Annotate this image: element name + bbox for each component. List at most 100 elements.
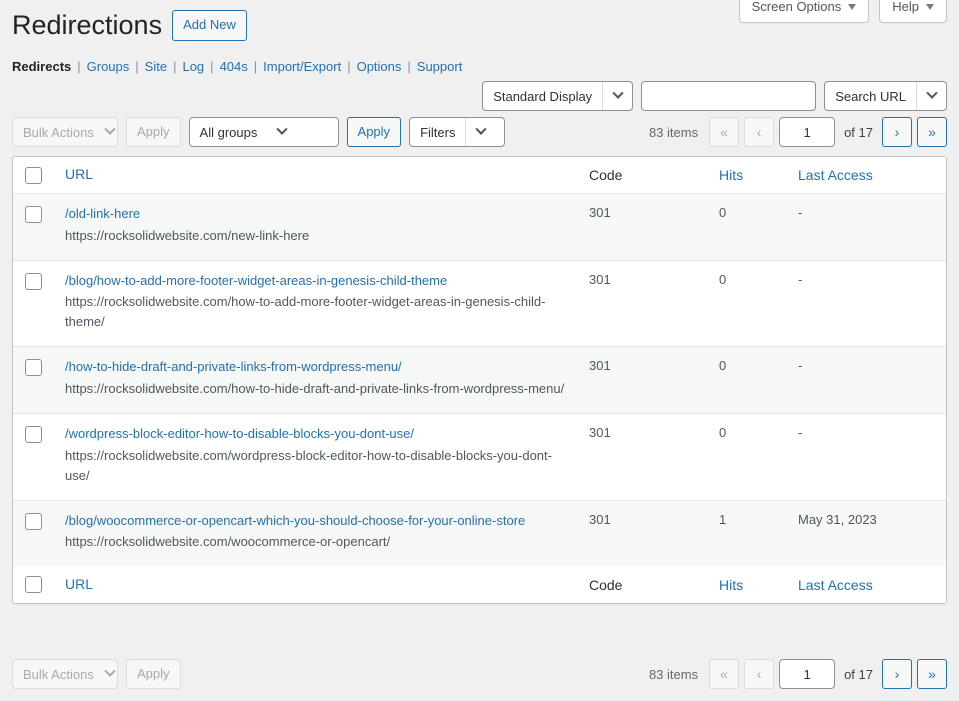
tablenav-bottom: Bulk Actions Apply 83 items « ‹ of 17 › … xyxy=(12,659,947,691)
row-select-cell xyxy=(13,347,53,377)
row-select-cell xyxy=(13,194,53,223)
prev-page-button-top[interactable]: ‹ xyxy=(744,117,775,147)
subnav-item-redirects[interactable]: Redirects xyxy=(12,59,71,74)
row-code-cell: 301 xyxy=(589,271,611,287)
bulk-actions-label-bottom: Bulk Actions xyxy=(23,666,94,682)
table-header-row: URL Code Hits Last Access xyxy=(13,157,946,194)
group-apply-button[interactable]: Apply xyxy=(346,117,402,147)
items-count-bottom: 83 items xyxy=(648,666,699,682)
column-header-last-access[interactable]: Last Access xyxy=(798,167,873,183)
row-url-cell: /how-to-hide-draft-and-private-links-fro… xyxy=(53,347,589,413)
row-checkbox[interactable] xyxy=(24,426,42,444)
tablenav-top: Bulk Actions Apply All groups Apply Filt… xyxy=(12,117,947,149)
next-page-button-top[interactable]: › xyxy=(882,117,912,147)
row-hits-cell: 0 xyxy=(719,358,727,374)
subnav-item-groups[interactable]: Groups xyxy=(87,59,130,74)
row-target-url: https://rocksolidwebsite.com/wordpress-b… xyxy=(65,447,552,483)
bulk-apply-button-bottom[interactable]: Apply xyxy=(126,659,181,689)
row-target-url: https://rocksolidwebsite.com/how-to-hide… xyxy=(65,380,565,396)
column-header-url-cell: URL xyxy=(53,166,589,184)
row-select-cell xyxy=(13,501,53,530)
row-checkbox[interactable] xyxy=(24,272,42,290)
row-last-access-cell: - xyxy=(798,271,803,287)
display-mode-select[interactable]: Standard Display xyxy=(482,81,634,111)
column-footer-hits-cell: Hits xyxy=(719,577,798,593)
row-source-url[interactable]: /blog/how-to-add-more-footer-widget-area… xyxy=(65,271,575,291)
prev-page-button-bottom[interactable]: ‹ xyxy=(744,659,775,689)
select-all-cell-bottom xyxy=(13,576,53,594)
subnav-separator: | xyxy=(347,59,351,74)
redirection-admin-page: Screen Options Help Redirections Add New… xyxy=(0,0,959,701)
bulk-actions-select-bottom[interactable]: Bulk Actions xyxy=(12,659,118,689)
screen-options-button[interactable]: Screen Options xyxy=(738,0,870,23)
filters-select[interactable]: Filters xyxy=(409,117,506,147)
column-footer-hits[interactable]: Hits xyxy=(719,577,743,593)
search-input[interactable] xyxy=(641,81,817,111)
column-header-hits-cell: Hits xyxy=(719,167,798,183)
select-all-checkbox-bottom[interactable] xyxy=(24,576,42,594)
first-page-button-bottom[interactable]: « xyxy=(709,659,740,689)
row-checkbox[interactable] xyxy=(24,359,42,377)
subnav-item-site[interactable]: Site xyxy=(145,59,167,74)
last-page-button-bottom[interactable]: » xyxy=(917,659,947,689)
total-pages-bottom: of 17 xyxy=(844,666,873,682)
row-hits-cell: 0 xyxy=(719,205,727,220)
row-select-cell xyxy=(13,261,53,290)
chevron-down-icon xyxy=(104,660,117,688)
subnav-item-options[interactable]: Options xyxy=(357,59,402,74)
screen-meta-links: Screen Options Help xyxy=(738,0,947,23)
column-footer-last-access[interactable]: Last Access xyxy=(798,577,873,593)
chevron-down-icon xyxy=(465,118,495,146)
search-controls: Standard Display Search URL xyxy=(482,81,947,111)
chevron-down-icon xyxy=(848,3,857,10)
row-select-cell xyxy=(13,414,53,444)
current-page-input-top[interactable] xyxy=(779,117,836,147)
filters-label: Filters xyxy=(420,124,456,140)
row-code-cell: 301 xyxy=(589,358,611,374)
row-source-url[interactable]: /how-to-hide-draft-and-private-links-fro… xyxy=(65,357,575,377)
first-page-button-top[interactable]: « xyxy=(709,117,740,147)
subnav-item-import-export[interactable]: Import/Export xyxy=(263,59,341,74)
total-pages-top: of 17 xyxy=(844,124,873,140)
subnav: Redirects | Groups | Site | Log | 404s | Import/Ex… xyxy=(12,59,462,74)
bulk-actions-select-top[interactable]: Bulk Actions xyxy=(12,117,118,147)
chevron-down-icon xyxy=(602,82,632,110)
help-button[interactable]: Help xyxy=(879,0,947,23)
last-page-button-top[interactable]: » xyxy=(917,117,947,147)
row-code-cell: 301 xyxy=(589,511,611,527)
column-header-hits[interactable]: Hits xyxy=(719,167,743,183)
bulk-apply-button-top[interactable]: Apply xyxy=(126,117,181,147)
row-url-cell: /blog/woocommerce-or-opencart-which-you-… xyxy=(53,501,589,567)
row-last-access-cell: - xyxy=(798,425,803,441)
search-scope-select[interactable]: Search URL xyxy=(824,81,947,111)
subnav-separator: | xyxy=(407,59,411,74)
row-url-cell: /wordpress-block-editor-how-to-disable-b… xyxy=(53,414,589,500)
column-footer-url-cell: URL xyxy=(53,576,589,594)
chevron-down-icon xyxy=(916,82,946,110)
row-hits-cell: 1 xyxy=(719,511,727,527)
row-last-access-cell: - xyxy=(798,358,803,374)
column-footer-url[interactable]: URL xyxy=(65,576,93,592)
items-count-top: 83 items xyxy=(648,124,699,140)
bulk-actions-label: Bulk Actions xyxy=(23,124,94,140)
add-new-button[interactable]: Add New xyxy=(172,10,247,41)
row-checkbox[interactable] xyxy=(24,512,42,530)
subnav-separator: | xyxy=(210,59,214,74)
row-source-url[interactable]: /old-link-here xyxy=(65,204,575,224)
row-source-url[interactable]: /wordpress-block-editor-how-to-disable-b… xyxy=(65,424,575,444)
column-header-url[interactable]: URL xyxy=(65,166,93,182)
row-last-access-cell: May 31, 2023 xyxy=(798,511,877,527)
subnav-item-log[interactable]: Log xyxy=(182,59,204,74)
row-checkbox[interactable] xyxy=(24,206,42,223)
select-all-checkbox-top[interactable] xyxy=(24,166,42,184)
group-filter-label: All groups xyxy=(199,124,258,140)
current-page-input-bottom[interactable] xyxy=(779,659,836,689)
group-filter-select[interactable]: All groups xyxy=(188,117,339,147)
row-code-cell: 301 xyxy=(589,425,611,441)
subnav-item-404s[interactable]: 404s xyxy=(220,59,248,74)
help-label: Help xyxy=(892,0,919,14)
row-code-cell: 301 xyxy=(589,205,611,220)
row-source-url[interactable]: /blog/woocommerce-or-opencart-which-you-… xyxy=(65,511,575,531)
next-page-button-bottom[interactable]: › xyxy=(882,659,912,689)
subnav-item-support[interactable]: Support xyxy=(417,59,463,74)
